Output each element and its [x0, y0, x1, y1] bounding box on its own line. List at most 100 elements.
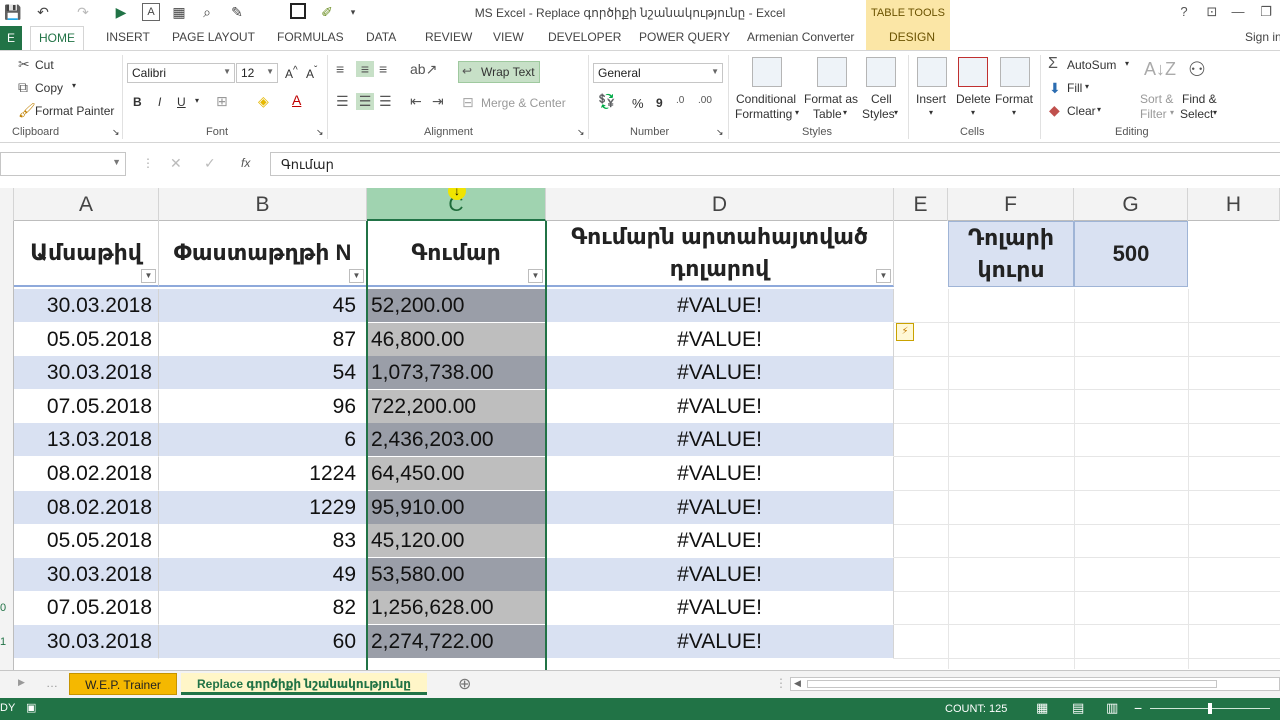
chevron-down-icon[interactable]: ▼ — [112, 157, 121, 167]
decrease-font-icon[interactable]: Aˇ — [306, 65, 317, 81]
column-header-e[interactable]: E — [894, 188, 948, 221]
font-size-select[interactable]: 12 ▼ — [236, 63, 278, 83]
column-header-b[interactable]: B — [159, 188, 367, 221]
cell-date[interactable]: 30.03.2018 — [14, 356, 159, 391]
cut-button[interactable]: Cut — [35, 58, 54, 72]
sort-filter-label-1[interactable]: Sort & — [1140, 92, 1173, 106]
align-top-icon[interactable]: ≡ — [336, 61, 344, 77]
alignment-launcher-icon[interactable]: ↘ — [577, 127, 585, 138]
enter-icon[interactable]: ✓ — [204, 155, 216, 172]
align-right-icon[interactable]: ☰ — [379, 93, 392, 110]
tab-formulas[interactable]: FORMULAS — [277, 30, 344, 44]
page-layout-view-icon[interactable]: ▤ — [1072, 700, 1084, 716]
cell-amount-usd[interactable]: #VALUE! — [546, 524, 894, 559]
fill-button[interactable]: Fill — [1067, 81, 1082, 95]
cell-doc-number[interactable]: 49 — [159, 557, 367, 592]
column-header-h[interactable]: H — [1188, 188, 1280, 221]
tab-insert[interactable]: INSERT — [106, 30, 150, 44]
tab-file[interactable]: E — [0, 26, 22, 50]
format-as-table-label-1[interactable]: Format as — [804, 92, 858, 106]
currency-icon[interactable]: 💱 — [598, 93, 615, 110]
cell-date[interactable]: 07.05.2018 — [14, 389, 159, 424]
sheet-more-icon[interactable]: … — [46, 676, 58, 690]
italic-button[interactable]: I — [158, 95, 161, 109]
format-painter-button[interactable]: Format Painter — [35, 104, 114, 118]
tab-power-query[interactable]: POWER QUERY — [639, 30, 730, 44]
cell-date[interactable]: 05.05.2018 — [14, 322, 159, 357]
cell-doc-number[interactable]: 60 — [159, 625, 367, 659]
column-header-d[interactable]: D — [546, 188, 894, 221]
sort-filter-label-2[interactable]: Filter — [1140, 107, 1167, 121]
cell-date[interactable]: 08.02.2018 — [14, 490, 159, 525]
filter-dropdown-icon[interactable]: ▼ — [141, 269, 156, 283]
orientation-icon[interactable]: ab↗ — [410, 61, 437, 78]
delete-cells-button[interactable]: Delete — [956, 92, 991, 106]
underline-dropdown-icon[interactable]: ▾ — [195, 96, 199, 105]
clipboard-launcher-icon[interactable]: ↘ — [112, 127, 120, 138]
filter-dropdown-icon[interactable]: ▼ — [528, 269, 543, 283]
cell-amount-usd[interactable]: #VALUE! — [546, 423, 894, 458]
copy-button[interactable]: Copy — [35, 81, 63, 95]
tab-page-layout[interactable]: PAGE LAYOUT — [172, 30, 255, 44]
row-header-10[interactable]: 0 — [0, 602, 14, 614]
name-box[interactable]: ▼ — [0, 152, 126, 176]
increase-font-icon[interactable]: A^ — [285, 65, 298, 81]
filter-dropdown-icon[interactable]: ▼ — [876, 269, 891, 283]
text-box-icon[interactable]: A — [142, 3, 160, 21]
cell-date[interactable]: 30.03.2018 — [14, 625, 159, 659]
cell-amount[interactable]: 45,120.00 — [367, 524, 546, 559]
page-break-view-icon[interactable]: ▥ — [1106, 700, 1118, 716]
tab-review[interactable]: REVIEW — [425, 30, 472, 44]
tab-developer[interactable]: DEVELOPER — [548, 30, 621, 44]
border-icon[interactable] — [290, 3, 306, 19]
filter-dropdown-icon[interactable]: ▼ — [349, 269, 364, 283]
sheet-tab-wep-trainer[interactable]: W.E.P. Trainer — [69, 673, 177, 695]
ribbon-display-button[interactable]: ⊡ — [1202, 3, 1222, 21]
decrease-indent-icon[interactable]: ⇤ — [410, 93, 422, 110]
cell-amount-usd[interactable]: #VALUE! — [546, 457, 894, 491]
zoom-slider-thumb[interactable] — [1208, 703, 1212, 714]
comma-button[interactable]: 9 — [656, 96, 663, 110]
font-launcher-icon[interactable]: ↘ — [316, 127, 324, 138]
cell-amount[interactable]: 46,800.00 — [367, 322, 546, 357]
highlighter-icon[interactable]: ✐ — [318, 3, 336, 21]
cell-amount[interactable]: 1,073,738.00 — [367, 356, 546, 391]
cell-amount-usd[interactable]: #VALUE! — [546, 557, 894, 592]
decrease-decimal-icon[interactable]: .00 — [698, 95, 712, 106]
cell-doc-number[interactable]: 82 — [159, 591, 367, 626]
cell-doc-number[interactable]: 54 — [159, 356, 367, 391]
increase-decimal-icon[interactable]: .0 — [676, 95, 684, 106]
restore-button[interactable]: ❐ — [1256, 3, 1276, 21]
cell-doc-number[interactable]: 83 — [159, 524, 367, 559]
autosum-button[interactable]: AutoSum — [1067, 58, 1116, 72]
horizontal-scrollbar[interactable]: ◀ — [790, 677, 1280, 691]
cancel-icon[interactable]: ✕ — [170, 155, 182, 172]
tab-data[interactable]: DATA — [366, 30, 396, 44]
find-select-label-1[interactable]: Find & — [1182, 92, 1217, 106]
cell-amount[interactable]: 722,200.00 — [367, 389, 546, 424]
wrap-text-button[interactable]: ↩ Wrap Text — [458, 61, 540, 83]
cell-amount-usd[interactable]: #VALUE! — [546, 490, 894, 525]
cell-doc-number[interactable]: 45 — [159, 289, 367, 323]
select-all-corner[interactable] — [0, 188, 14, 221]
qat-customize-icon[interactable]: ▾ — [344, 3, 362, 21]
borders-icon[interactable]: ⊞ — [216, 93, 228, 110]
exchange-rate-value-cell[interactable]: 500 — [1074, 221, 1188, 287]
row-header-11[interactable]: 1 — [0, 636, 14, 648]
column-header-g[interactable]: G — [1074, 188, 1188, 221]
insert-cells-button[interactable]: Insert — [916, 92, 946, 106]
cell-amount-usd[interactable]: #VALUE! — [546, 389, 894, 424]
cell-amount-usd[interactable]: #VALUE! — [546, 591, 894, 626]
conditional-formatting-label-1[interactable]: Conditional — [736, 92, 796, 106]
cell-date[interactable]: 13.03.2018 — [14, 423, 159, 458]
align-center-icon[interactable]: ☰ — [356, 93, 374, 110]
align-middle-icon[interactable]: ≡ — [356, 61, 374, 77]
run-macro-icon[interactable]: ▶ — [112, 3, 130, 21]
calculator-icon[interactable]: ▦ — [170, 3, 188, 21]
sheet-tab-replace[interactable]: Replace գործիքի նշանակությունը — [181, 673, 427, 695]
underline-button[interactable]: U — [177, 95, 186, 109]
cell-date[interactable]: 08.02.2018 — [14, 457, 159, 491]
cell-styles-label-1[interactable]: Cell — [871, 92, 892, 106]
add-sheet-button[interactable]: ⊕ — [458, 674, 471, 694]
worksheet-grid[interactable]: A B C D E F G H ↓ 0 1 2 Ամսաթիվ ▼ Փաստաթ… — [0, 188, 1280, 670]
